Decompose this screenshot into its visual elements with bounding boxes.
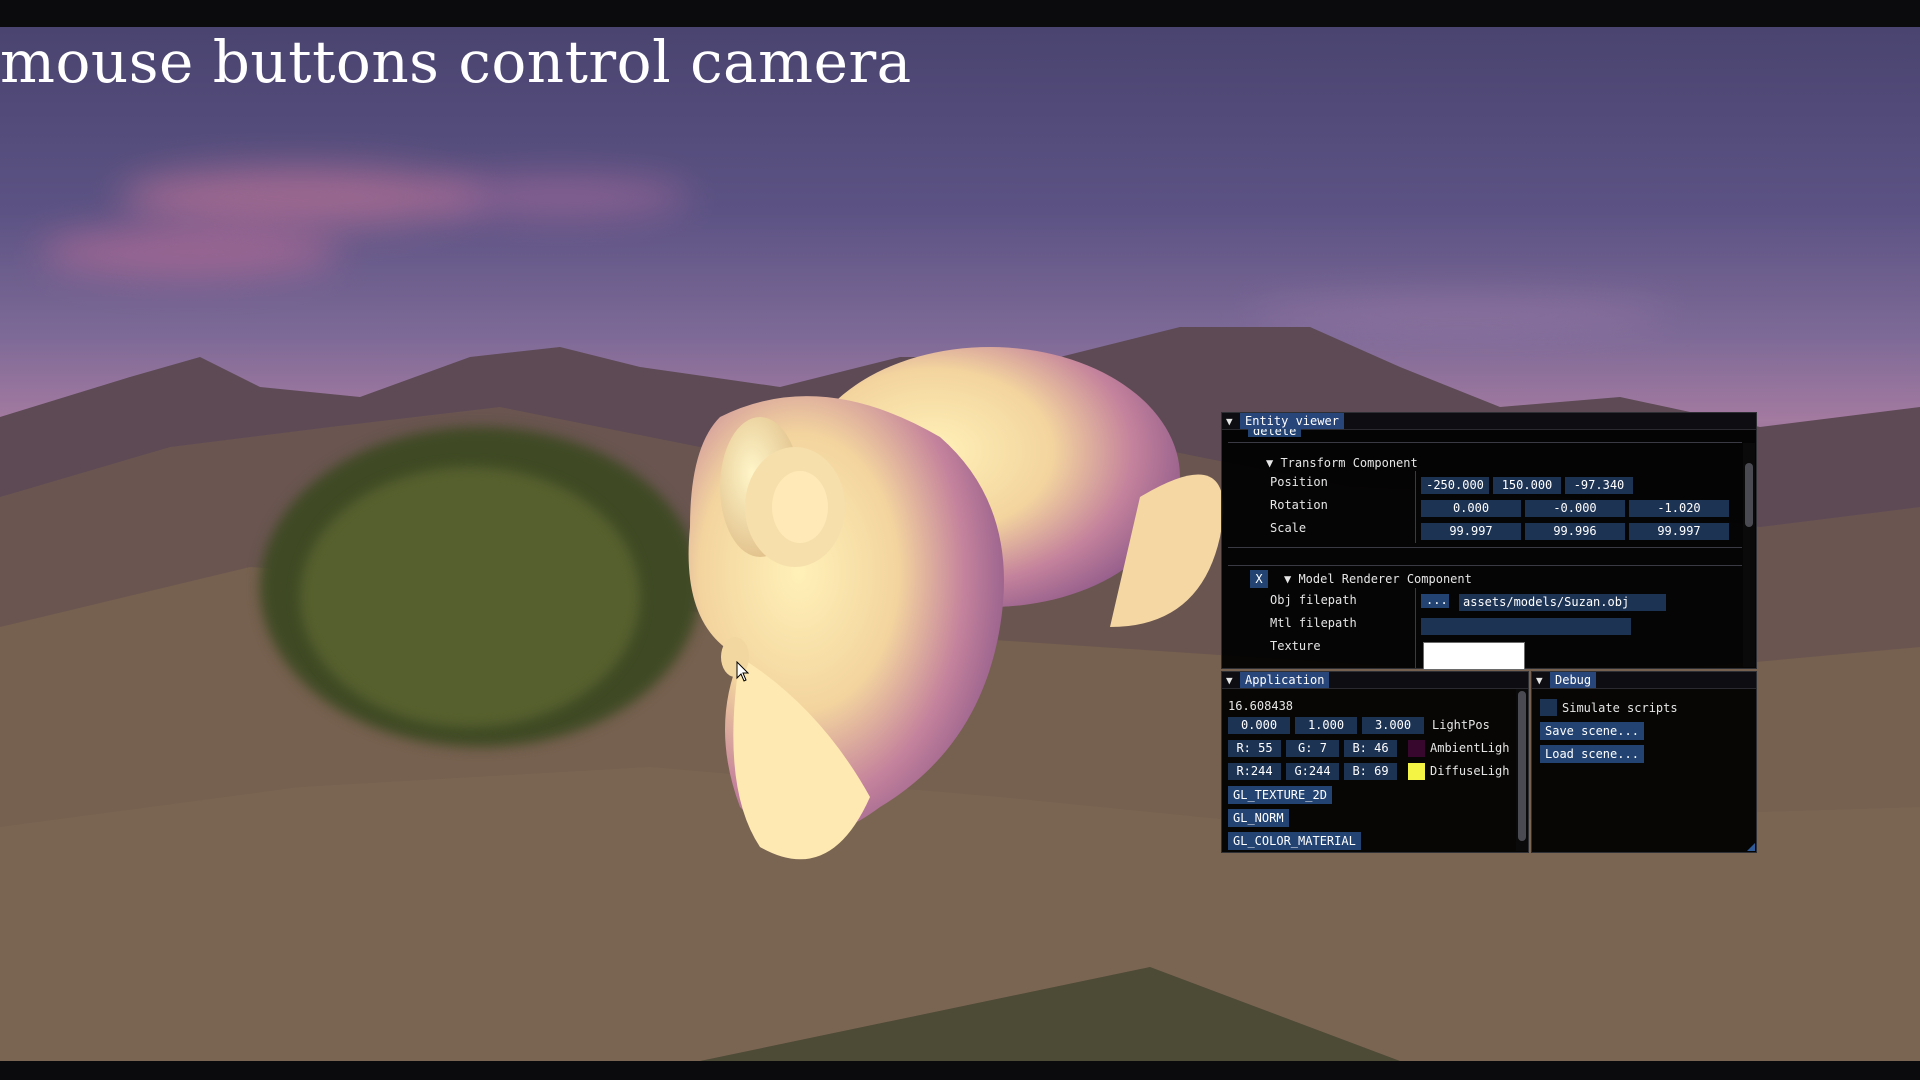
position-z-field[interactable]: -97.340 xyxy=(1565,477,1633,494)
application-scrollbar-thumb[interactable] xyxy=(1518,691,1526,841)
rotation-z-field[interactable]: -1.020 xyxy=(1629,500,1729,517)
lightpos-label: LightPos xyxy=(1432,718,1490,732)
position-label: Position xyxy=(1270,475,1328,489)
mtl-filepath-label: Mtl filepath xyxy=(1270,616,1357,630)
rotation-y-field[interactable]: -0.000 xyxy=(1525,500,1625,517)
ambient-color-swatch[interactable] xyxy=(1408,740,1425,757)
frame-time-text: 16.608438 xyxy=(1228,699,1294,713)
model-renderer-header[interactable]: ▼ Model Renderer Component xyxy=(1284,572,1472,586)
model-renderer-header-label: Model Renderer Component xyxy=(1298,572,1472,586)
save-scene-button[interactable]: Save scene... xyxy=(1540,722,1644,740)
diffuse-b-field[interactable]: B: 69 xyxy=(1344,763,1397,780)
rotation-x-field[interactable]: 0.000 xyxy=(1421,500,1521,517)
scale-x-field[interactable]: 99.997 xyxy=(1421,523,1521,540)
browse-obj-button[interactable]: ... xyxy=(1421,594,1449,608)
position-x-field[interactable]: -250.000 xyxy=(1421,477,1489,494)
diffuse-r-field[interactable]: R:244 xyxy=(1228,763,1281,780)
ambient-label: AmbientLigh xyxy=(1430,741,1510,755)
gl-texture-2d-toggle[interactable]: GL_TEXTURE_2D xyxy=(1228,786,1332,804)
debug-titlebar[interactable]: ▼ Debug xyxy=(1532,672,1756,689)
delete-button[interactable]: delete xyxy=(1248,429,1302,437)
simulate-scripts-label: Simulate scripts xyxy=(1562,701,1678,715)
lightpos-z-field[interactable]: 3.000 xyxy=(1362,717,1424,734)
application-title: Application xyxy=(1240,672,1330,688)
texture-preview[interactable] xyxy=(1423,642,1525,670)
entity-viewer-title: Entity viewer xyxy=(1240,413,1344,429)
load-scene-button[interactable]: Load scene... xyxy=(1540,745,1644,763)
letterbox-bottom xyxy=(0,1061,1920,1080)
mouse-cursor-icon xyxy=(736,661,750,682)
lightpos-x-field[interactable]: 0.000 xyxy=(1228,717,1290,734)
diffuse-g-field[interactable]: G:244 xyxy=(1286,763,1339,780)
divider xyxy=(1228,547,1742,548)
diffuse-color-swatch[interactable] xyxy=(1408,763,1425,780)
ambient-r-field[interactable]: R: 55 xyxy=(1228,740,1281,757)
entity-viewer-window[interactable]: ▼ Entity viewer delete ▼ Transform Compo… xyxy=(1221,412,1757,670)
scale-z-field[interactable]: 99.997 xyxy=(1629,523,1729,540)
lightpos-y-field[interactable]: 1.000 xyxy=(1295,717,1357,734)
gl-norm-toggle[interactable]: GL_NORM xyxy=(1228,809,1289,827)
obj-filepath-label: Obj filepath xyxy=(1270,593,1357,607)
transform-header[interactable]: ▼ Transform Component xyxy=(1266,456,1418,470)
collapse-triangle-icon[interactable]: ▼ xyxy=(1226,674,1233,687)
resize-grip-icon[interactable] xyxy=(1747,843,1755,851)
entity-viewer-titlebar[interactable]: ▼ Entity viewer xyxy=(1222,413,1756,430)
debug-window[interactable]: ▼ Debug Simulate scripts Save scene... L… xyxy=(1531,671,1757,853)
rotation-label: Rotation xyxy=(1270,498,1328,512)
divider xyxy=(1228,565,1742,566)
ambient-b-field[interactable]: B: 46 xyxy=(1344,740,1397,757)
remove-component-button[interactable]: X xyxy=(1250,570,1268,588)
application-titlebar[interactable]: ▼ Application xyxy=(1222,672,1528,689)
camera-control-hint: mouse buttons control camera xyxy=(0,28,912,96)
suzanne-model xyxy=(688,347,1224,860)
column-divider xyxy=(1415,471,1416,543)
position-y-field[interactable]: 150.000 xyxy=(1493,477,1561,494)
entity-viewer-scrollbar-thumb[interactable] xyxy=(1745,463,1753,527)
letterbox-top xyxy=(0,0,1920,27)
collapse-triangle-icon[interactable]: ▼ xyxy=(1226,415,1233,428)
collapse-triangle-icon[interactable]: ▼ xyxy=(1536,674,1543,687)
divider xyxy=(1228,442,1742,443)
gl-color-material-toggle[interactable]: GL_COLOR_MATERIAL xyxy=(1228,832,1361,850)
simulate-scripts-checkbox[interactable] xyxy=(1540,699,1557,716)
scale-y-field[interactable]: 99.996 xyxy=(1525,523,1625,540)
debug-title: Debug xyxy=(1550,672,1597,688)
ambient-g-field[interactable]: G: 7 xyxy=(1286,740,1339,757)
application-scrollbar[interactable] xyxy=(1516,689,1528,851)
scale-label: Scale xyxy=(1270,521,1307,535)
mtl-filepath-field[interactable] xyxy=(1421,618,1631,635)
obj-filepath-field[interactable]: assets/models/Suzan.obj xyxy=(1459,594,1666,611)
diffuse-label: DiffuseLigh xyxy=(1430,764,1510,778)
application-window[interactable]: ▼ Application 16.608438 0.000 1.000 3.00… xyxy=(1221,671,1529,853)
texture-label: Texture xyxy=(1270,639,1321,653)
transform-header-label: Transform Component xyxy=(1280,456,1418,470)
entity-viewer-scrollbar[interactable] xyxy=(1743,443,1755,667)
column-divider xyxy=(1415,588,1416,668)
shrub xyxy=(300,467,640,727)
